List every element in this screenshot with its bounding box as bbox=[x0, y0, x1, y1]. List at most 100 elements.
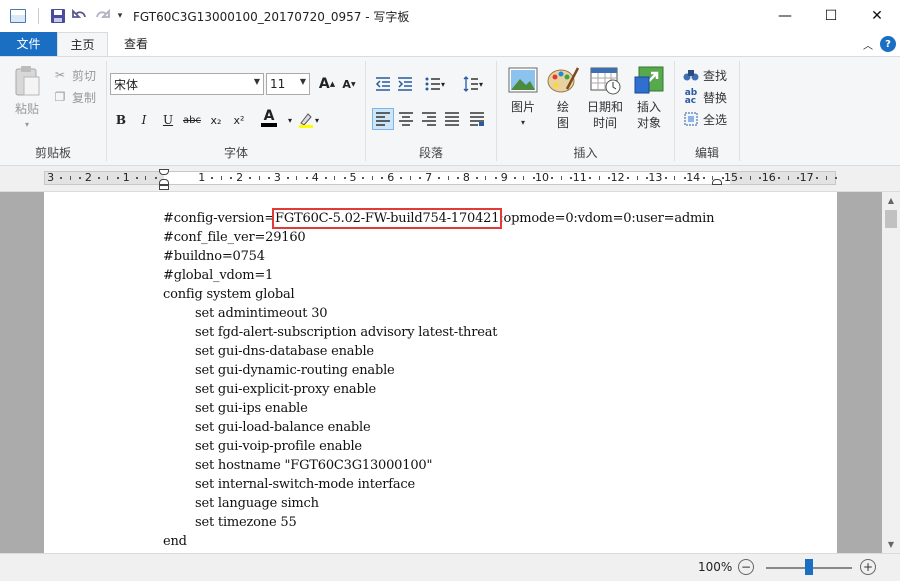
right-indent-marker[interactable] bbox=[712, 179, 722, 185]
doc-line[interactable]: set gui-load-balance enable bbox=[163, 418, 714, 437]
collapse-ribbon-button[interactable]: ︿ bbox=[860, 36, 876, 52]
doc-line[interactable]: set gui-ips enable bbox=[163, 399, 714, 418]
doc-line[interactable]: #buildno=0754 bbox=[163, 247, 714, 266]
tab-home[interactable]: 主页 bbox=[57, 32, 108, 56]
doc-line[interactable]: set gui-dns-database enable bbox=[163, 342, 714, 361]
doc-line[interactable]: set hostname "FGT60C3G13000100" bbox=[163, 456, 714, 475]
ruler-tick-mark bbox=[296, 176, 298, 180]
ruler-tick-mark bbox=[560, 176, 562, 180]
wordpad-app-icon[interactable] bbox=[10, 9, 26, 23]
cut-button[interactable]: ✂ 剪切 bbox=[52, 65, 96, 85]
paste-button[interactable]: 粘贴 ▾ bbox=[8, 65, 46, 133]
picture-button[interactable]: 图片 ▾ bbox=[503, 65, 543, 131]
vertical-scrollbar[interactable]: ▲ ▼ bbox=[882, 192, 900, 553]
doc-line[interactable]: #global_vdom=1 bbox=[163, 266, 714, 285]
redo-button[interactable] bbox=[91, 5, 113, 27]
close-button[interactable]: ✕ bbox=[854, 0, 900, 32]
replace-icon: ab ac bbox=[684, 88, 698, 106]
document-page[interactable]: #config-version=FGT60C-5.02-FW-build754-… bbox=[44, 192, 837, 553]
document-text[interactable]: #config-version=FGT60C-5.02-FW-build754-… bbox=[163, 208, 715, 551]
underline-button[interactable]: U bbox=[157, 109, 179, 131]
left-indent-marker[interactable] bbox=[159, 185, 169, 190]
doc-line[interactable]: set internal-switch-mode interface bbox=[163, 475, 714, 494]
shrink-font-button[interactable]: A ▼ bbox=[338, 73, 360, 95]
paint-drawing-button[interactable]: 绘 图 bbox=[545, 65, 581, 131]
picture-icon bbox=[508, 67, 538, 93]
find-button[interactable]: 查找 bbox=[683, 65, 727, 85]
help-button[interactable]: ? bbox=[880, 36, 896, 52]
line-spacing-button[interactable]: ▾ bbox=[458, 73, 488, 95]
zoom-in-button[interactable]: + bbox=[860, 559, 876, 575]
scroll-thumb[interactable] bbox=[885, 210, 897, 228]
ruler-tick-label: 2 bbox=[236, 171, 244, 184]
bold-button[interactable]: B bbox=[110, 109, 132, 131]
list-button[interactable]: ▾ bbox=[420, 73, 450, 95]
tab-file[interactable]: 文件 bbox=[0, 32, 57, 56]
doc-line[interactable]: set gui-dynamic-routing enable bbox=[163, 361, 714, 380]
tab-view[interactable]: 查看 bbox=[112, 32, 160, 56]
ruler-tick-mark bbox=[778, 177, 781, 179]
font-size-select[interactable]: 11 ▼ bbox=[266, 73, 310, 95]
strikethrough-button[interactable]: abc bbox=[181, 109, 203, 131]
copy-button[interactable]: ❐ 复制 bbox=[52, 87, 96, 107]
paint-label-2: 图 bbox=[556, 116, 569, 130]
bullet-list-icon bbox=[425, 77, 440, 91]
ruler[interactable]: 3 2 1 1 2 3 4 5 6 7 8 9 10 11 12 13 14 15 16 17 bbox=[0, 166, 900, 192]
align-right-button[interactable] bbox=[418, 108, 440, 130]
highlighter-icon bbox=[298, 113, 313, 128]
doc-line[interactable]: config system global bbox=[163, 285, 714, 304]
grow-font-button[interactable]: A ▲ bbox=[316, 73, 338, 95]
save-button[interactable] bbox=[47, 5, 69, 27]
ruler-tick-label: 15 bbox=[724, 171, 738, 184]
chevron-down-icon: ▾ bbox=[478, 79, 483, 89]
align-center-button[interactable] bbox=[395, 108, 417, 130]
ruler-tick-mark bbox=[740, 177, 743, 179]
first-line-indent-marker[interactable] bbox=[159, 169, 169, 175]
copy-label: 复制 bbox=[72, 90, 97, 105]
ruler-tick-mark bbox=[286, 177, 289, 179]
group-separator bbox=[739, 61, 740, 161]
replace-button[interactable]: ab ac 替换 bbox=[683, 87, 727, 107]
paragraph-icon bbox=[470, 112, 484, 126]
date-time-button[interactable]: 日期和 时间 bbox=[583, 65, 627, 131]
increase-indent-button[interactable] bbox=[394, 73, 416, 95]
justify-button[interactable] bbox=[441, 108, 463, 130]
align-left-button[interactable] bbox=[372, 108, 394, 130]
subscript-button[interactable]: x₂ bbox=[205, 109, 227, 131]
scroll-down-button[interactable]: ▼ bbox=[882, 536, 900, 553]
quick-access-separator bbox=[38, 8, 39, 24]
customize-quick-access-button[interactable]: ▾ bbox=[113, 11, 127, 21]
doc-line[interactable]: set fgd-alert-subscription advisory late… bbox=[163, 323, 714, 342]
find-label: 查找 bbox=[703, 68, 728, 83]
undo-button[interactable] bbox=[69, 5, 91, 27]
select-all-button[interactable]: 全选 bbox=[683, 109, 727, 129]
doc-line[interactable]: set gui-explicit-proxy enable bbox=[163, 380, 714, 399]
insert-object-button[interactable]: 插入 对象 bbox=[629, 65, 669, 131]
replace-label: 替换 bbox=[703, 90, 728, 105]
doc-line[interactable]: set admintimeout 30 bbox=[163, 304, 714, 323]
doc-line[interactable]: set language simch bbox=[163, 494, 714, 513]
doc-line[interactable]: #config-version=FGT60C-5.02-FW-build754-… bbox=[163, 208, 715, 229]
zoom-level: 100% bbox=[698, 560, 733, 574]
italic-button[interactable]: I bbox=[133, 109, 155, 131]
ribbon-home: 粘贴 ▾ ✂ 剪切 ❐ 复制 剪贴板 宋体 ▼ 11 ▼ A ▲ A ▼ B I U bbox=[0, 56, 900, 166]
doc-line[interactable]: #conf_file_ver=29160 bbox=[163, 228, 714, 247]
ruler-tick-label: 11 bbox=[572, 171, 587, 184]
scroll-up-button[interactable]: ▲ bbox=[882, 192, 900, 209]
ruler-tick-label: 1 bbox=[122, 171, 130, 184]
minimize-button[interactable]: — bbox=[762, 0, 808, 32]
doc-line[interactable]: set gui-voip-profile enable bbox=[163, 437, 714, 456]
superscript-button[interactable]: x² bbox=[228, 109, 250, 131]
doc-line[interactable]: set timezone 55 bbox=[163, 513, 714, 532]
zoom-out-button[interactable]: − bbox=[738, 559, 754, 575]
maximize-button[interactable]: ☐ bbox=[808, 0, 854, 32]
ruler-tick-mark bbox=[627, 177, 630, 179]
chevron-up-icon: ▲ bbox=[887, 196, 895, 205]
zoom-slider-thumb[interactable] bbox=[805, 559, 813, 575]
highlight-color-button[interactable]: ▾ bbox=[293, 109, 323, 131]
window-controls: — ☐ ✕ bbox=[762, 0, 900, 32]
font-family-select[interactable]: 宋体 ▼ bbox=[110, 73, 264, 95]
decrease-indent-button[interactable] bbox=[372, 73, 394, 95]
doc-line[interactable]: end bbox=[163, 532, 714, 551]
paragraph-settings-button[interactable] bbox=[466, 108, 488, 130]
